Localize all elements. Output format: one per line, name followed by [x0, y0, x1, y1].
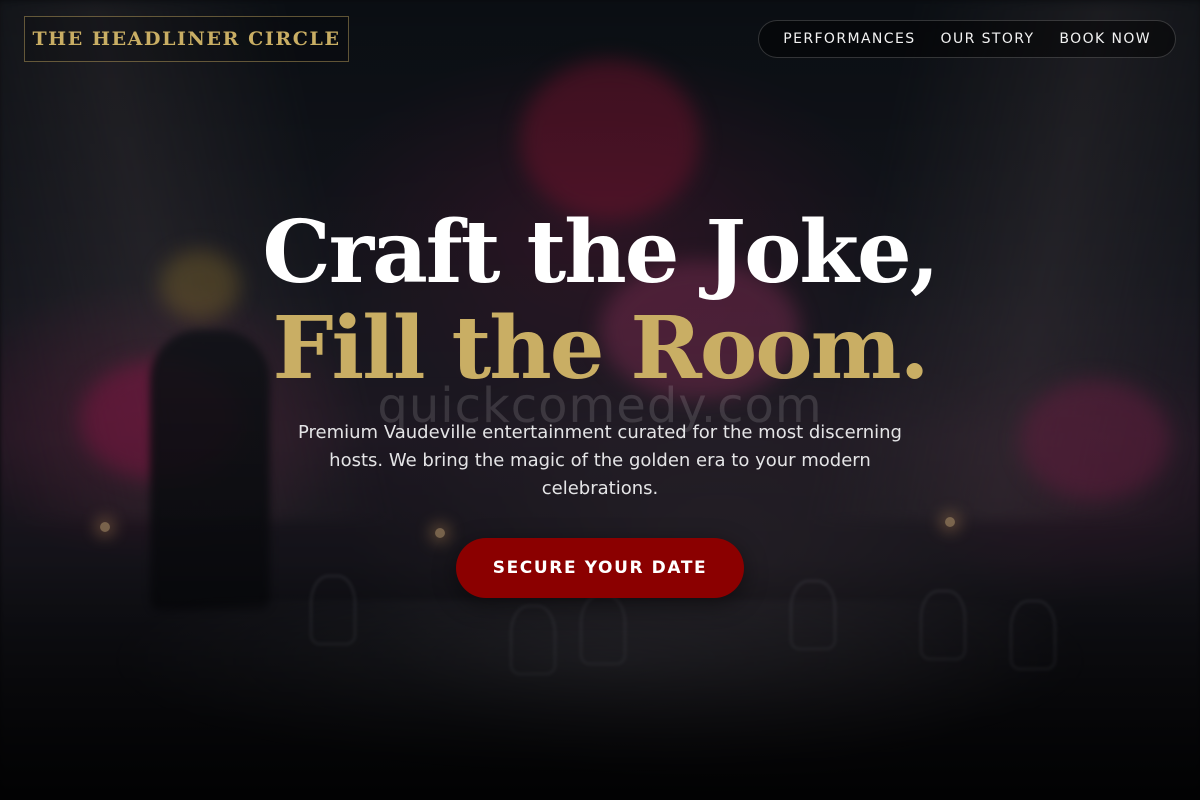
nav-link-our-story[interactable]: OUR STORY — [941, 31, 1035, 47]
hero-section: Craft the Joke, Fill the Room. Premium V… — [0, 205, 1200, 598]
hero-headline-line-2: Fill the Room. — [272, 298, 929, 399]
hero-headline-line-1: Craft the Joke, — [262, 202, 939, 303]
nav-link-book-now[interactable]: BOOK NOW — [1059, 31, 1151, 47]
secure-your-date-button[interactable]: SECURE YOUR DATE — [456, 538, 744, 598]
hero-tagline: Premium Vaudeville entertainment curated… — [298, 422, 902, 499]
main-nav: PERFORMANCES OUR STORY BOOK NOW — [758, 20, 1176, 58]
brand-logo[interactable]: THE HEADLINER CIRCLE — [24, 16, 349, 62]
landing-page: quickcomedy.com THE HEADLINER CIRCLE PER… — [0, 0, 1200, 800]
nav-link-performances[interactable]: PERFORMANCES — [783, 31, 915, 47]
